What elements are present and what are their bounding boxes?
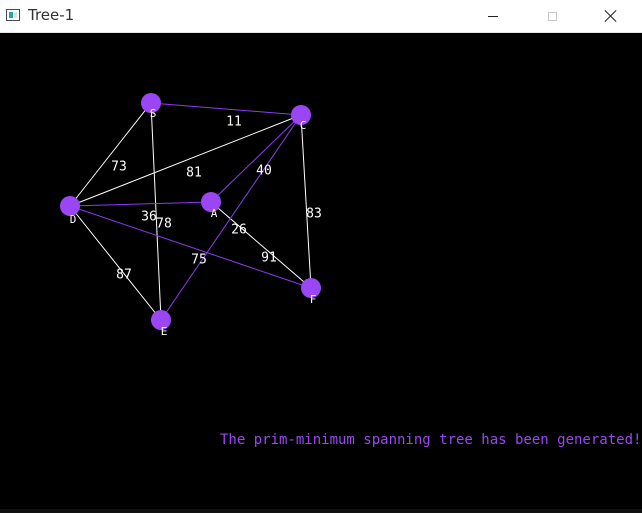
edge-weight-s-d: 73	[111, 160, 127, 175]
edge-c-e	[160, 114, 302, 321]
edge-weight-a-c: 40	[256, 164, 272, 179]
edge-d-c	[69, 114, 302, 207]
edge-weight-s-e: 78	[156, 217, 172, 232]
edge-weight-d-e: 87	[116, 268, 132, 283]
graph-node-label-d: D	[70, 213, 77, 226]
graph-node-label-e: E	[161, 325, 168, 338]
edge-d-a	[69, 201, 212, 207]
edge-weight-c-f: 83	[306, 207, 322, 222]
bottom-edge	[0, 509, 642, 513]
edge-a-c	[210, 114, 302, 203]
edge-weight-c-e: 91	[261, 251, 277, 266]
graph-node-label-a: A	[211, 207, 218, 220]
maximize-icon	[547, 11, 557, 21]
edge-a-f	[210, 201, 312, 289]
close-button[interactable]	[588, 0, 634, 32]
app-window-icon	[6, 9, 20, 21]
app-window: Tree-1 11 73 78 81 40 83 36 26 75 91 87 S C D A F E The…	[0, 0, 642, 513]
minimize-icon	[488, 15, 498, 17]
edge-weight-d-a: 36	[141, 210, 157, 225]
close-icon	[605, 10, 617, 22]
edge-d-f	[69, 205, 312, 289]
edge-s-c	[150, 102, 302, 116]
status-message: The prim-minimum spanning tree has been …	[220, 432, 642, 448]
maximize-button[interactable]	[529, 0, 575, 32]
edge-weight-a-f: 26	[231, 223, 247, 238]
graph-node-label-c: C	[300, 119, 307, 132]
graph-node-label-f: F	[310, 293, 317, 306]
edge-weight-d-c: 81	[186, 166, 202, 181]
graph-node-label-s: S	[150, 107, 157, 120]
edge-c-f	[300, 114, 312, 289]
edge-weight-d-f: 75	[191, 253, 207, 268]
edge-weight-s-c: 11	[226, 115, 242, 130]
window-title: Tree-1	[28, 6, 75, 24]
minimize-button[interactable]	[470, 0, 516, 32]
title-bar[interactable]: Tree-1	[0, 0, 642, 33]
